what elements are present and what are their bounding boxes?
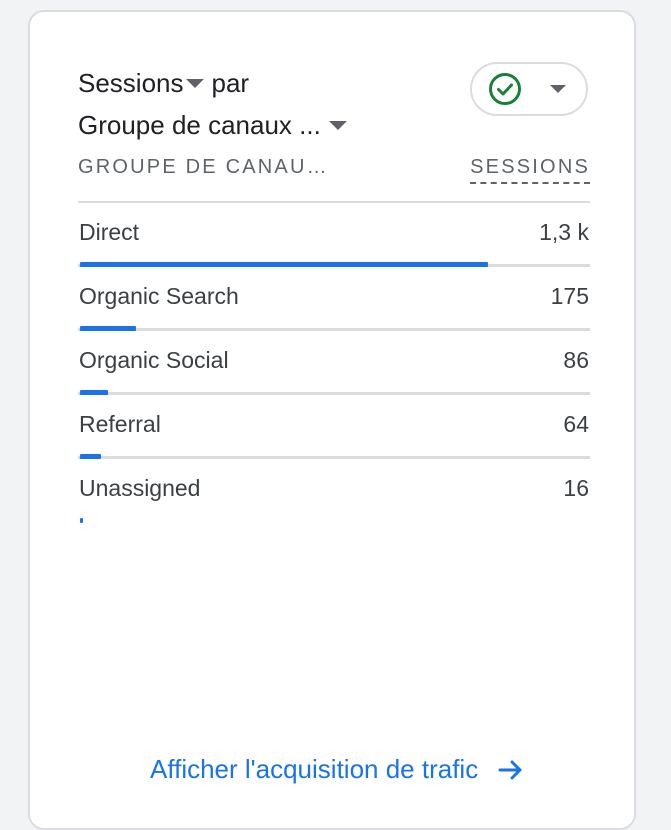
title-line-metric: Sessions par	[78, 62, 351, 104]
channel-label: Referral	[79, 411, 161, 437]
card-title: Sessions par Groupe de canaux ...	[78, 62, 351, 146]
channel-label: Organic Social	[79, 347, 229, 373]
channel-label: Direct	[79, 219, 140, 245]
dimension-selector[interactable]: Groupe de canaux ...	[78, 104, 321, 146]
sessions-value: 16	[563, 475, 589, 501]
table-row[interactable]: Organic Social 86	[78, 331, 590, 395]
metric-selector[interactable]: Sessions	[78, 62, 184, 104]
check-circle-icon	[489, 73, 521, 105]
sessions-value: 175	[550, 283, 589, 309]
table-row[interactable]: Unassigned 16	[78, 459, 590, 523]
by-label: par	[211, 68, 250, 98]
arrow-right-icon	[498, 760, 522, 779]
footer-link-label: Afficher l'acquisition de trafic	[150, 754, 479, 784]
channel-label: Organic Search	[79, 283, 239, 309]
sessions-card: Sessions par Groupe de canaux ... GROUPE…	[28, 10, 636, 830]
comparison-status-button[interactable]	[470, 62, 588, 116]
sessions-column-header[interactable]: SESSIONS	[470, 156, 590, 184]
dimension-column-header: GROUPE DE CANAU…	[78, 156, 329, 178]
table-header: GROUPE DE CANAU… SESSIONS	[78, 156, 590, 184]
title-line-dimension: Groupe de canaux ...	[78, 104, 351, 146]
dimension-dropdown-caret-icon[interactable]	[328, 120, 347, 130]
table-row[interactable]: Referral 64	[78, 395, 590, 459]
sessions-value: 86	[563, 347, 589, 373]
table-row[interactable]: Organic Search 175	[78, 267, 590, 331]
table-row[interactable]: Direct 1,3 k	[78, 203, 590, 267]
sessions-bar	[80, 518, 83, 523]
chevron-down-icon	[550, 85, 566, 93]
sessions-value: 1,3 k	[539, 219, 589, 245]
channel-table-body: Direct 1,3 k Organic Search 175 Organic Soci…	[78, 203, 590, 523]
sessions-value: 64	[563, 411, 589, 437]
channel-label: Unassigned	[79, 475, 201, 501]
view-traffic-acquisition-link[interactable]: Afficher l'acquisition de trafic	[150, 754, 526, 785]
metric-dropdown-caret-icon[interactable]	[185, 78, 204, 88]
